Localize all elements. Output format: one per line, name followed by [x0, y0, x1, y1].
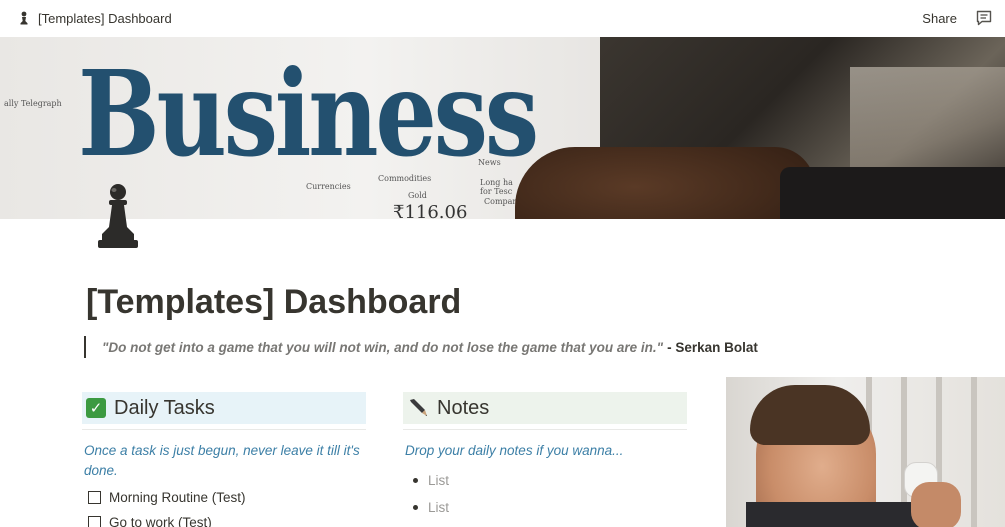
- daily-tasks-subtitle: Once a task is just begun, never leave i…: [84, 443, 360, 478]
- daily-tasks-heading[interactable]: ✓ Daily Tasks: [82, 392, 366, 424]
- notes-title: Notes: [437, 396, 490, 419]
- quote-block[interactable]: "Do not get into a game that you will no…: [84, 336, 758, 358]
- notes-column: Notes Drop your daily notes if you wanna…: [403, 392, 687, 521]
- photo-hand: [911, 482, 961, 527]
- photo-suit: [746, 502, 926, 527]
- bullet-dot: [413, 505, 418, 510]
- notes-heading[interactable]: Notes: [403, 392, 687, 424]
- portrait-photo[interactable]: [726, 377, 1005, 527]
- divider: [403, 429, 687, 430]
- cover-paper-label: Currencies: [306, 182, 351, 191]
- cover-paper-label: Commodities: [378, 174, 432, 183]
- daily-tasks-column: ✓ Daily Tasks Once a task is just begun,…: [82, 392, 366, 527]
- divider: [82, 429, 366, 430]
- pen-icon: [410, 399, 427, 416]
- breadcrumb[interactable]: [Templates] Dashboard: [18, 11, 172, 26]
- chess-pawn-icon[interactable]: [94, 182, 142, 252]
- cover-paper-label: News: [478, 158, 501, 167]
- photo-hair: [750, 385, 870, 445]
- todo-label: Go to work (Test): [109, 515, 212, 527]
- daily-tasks-title: Daily Tasks: [114, 396, 215, 419]
- quote-text: "Do not get into a game that you will no…: [102, 339, 664, 355]
- todo-checkbox[interactable]: [88, 491, 101, 504]
- window-blind: [971, 377, 977, 527]
- cover-headline: Business: [78, 44, 539, 183]
- top-bar: [Templates] Dashboard Share: [0, 0, 1005, 36]
- todo-label: Morning Routine (Test): [109, 490, 246, 505]
- share-button[interactable]: Share: [922, 11, 957, 26]
- list-item[interactable]: List: [403, 494, 687, 521]
- comment-icon[interactable]: [975, 9, 993, 27]
- todo-item[interactable]: Go to work (Test): [82, 510, 366, 527]
- bullet-dot: [413, 478, 418, 483]
- cover-paper-label: Long ha: [480, 178, 513, 187]
- cover-paper-label: ally Telegraph: [4, 99, 62, 108]
- quote-author: - Serkan Bolat: [667, 339, 758, 355]
- cover-price: ₹116.06: [393, 202, 468, 219]
- todo-item[interactable]: Morning Routine (Test): [82, 485, 366, 510]
- cover-image: Business ally Telegraph Currencies Commo…: [0, 37, 1005, 219]
- cover-sleeve: [780, 167, 1005, 219]
- cover-hand: [515, 147, 815, 219]
- notes-subtitle: Drop your daily notes if you wanna...: [405, 443, 624, 458]
- todo-checkbox[interactable]: [88, 516, 101, 527]
- list-item[interactable]: List: [403, 467, 687, 494]
- check-mark-icon: ✓: [86, 398, 106, 418]
- breadcrumb-label: [Templates] Dashboard: [38, 10, 172, 26]
- cover-paper-label: Gold: [408, 191, 427, 200]
- list-item-label: List: [428, 473, 450, 488]
- chess-pawn-icon: [20, 11, 28, 25]
- cover-paper-label: Compan: [484, 197, 518, 206]
- page-title[interactable]: [Templates] Dashboard: [86, 283, 461, 322]
- cover-paper-label: for Tesc: [480, 187, 513, 196]
- list-item-label: List: [428, 500, 450, 515]
